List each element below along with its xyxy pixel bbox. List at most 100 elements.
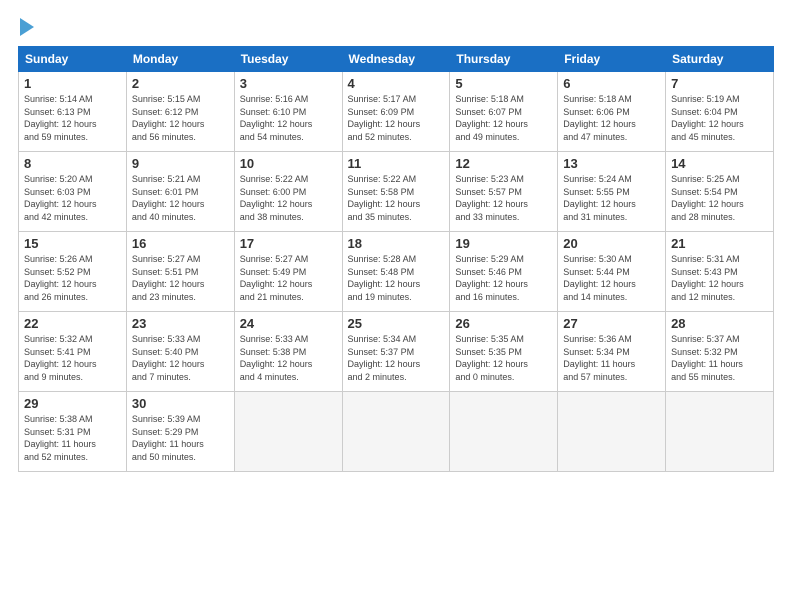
day-info: Sunrise: 5:37 AM Sunset: 5:32 PM Dayligh… [671,333,768,383]
day-info: Sunrise: 5:30 AM Sunset: 5:44 PM Dayligh… [563,253,660,303]
calendar-week-3: 15 Sunrise: 5:26 AM Sunset: 5:52 PM Dayli… [19,232,774,312]
calendar-cell [450,392,558,472]
day-number: 12 [455,156,552,171]
day-number: 6 [563,76,660,91]
day-info: Sunrise: 5:35 AM Sunset: 5:35 PM Dayligh… [455,333,552,383]
calendar-week-5: 29 Sunrise: 5:38 AM Sunset: 5:31 PM Dayli… [19,392,774,472]
day-info: Sunrise: 5:17 AM Sunset: 6:09 PM Dayligh… [348,93,445,143]
calendar-cell: 9 Sunrise: 5:21 AM Sunset: 6:01 PM Daylig… [126,152,234,232]
calendar-cell: 26 Sunrise: 5:35 AM Sunset: 5:35 PM Dayli… [450,312,558,392]
day-info: Sunrise: 5:28 AM Sunset: 5:48 PM Dayligh… [348,253,445,303]
calendar-cell: 22 Sunrise: 5:32 AM Sunset: 5:41 PM Dayli… [19,312,127,392]
calendar: SundayMondayTuesdayWednesdayThursdayFrid… [18,46,774,472]
day-info: Sunrise: 5:27 AM Sunset: 5:51 PM Dayligh… [132,253,229,303]
day-info: Sunrise: 5:24 AM Sunset: 5:55 PM Dayligh… [563,173,660,223]
calendar-cell: 15 Sunrise: 5:26 AM Sunset: 5:52 PM Dayli… [19,232,127,312]
calendar-cell: 20 Sunrise: 5:30 AM Sunset: 5:44 PM Dayli… [558,232,666,312]
calendar-cell: 19 Sunrise: 5:29 AM Sunset: 5:46 PM Dayli… [450,232,558,312]
day-number: 9 [132,156,229,171]
day-number: 7 [671,76,768,91]
day-number: 23 [132,316,229,331]
calendar-header-friday: Friday [558,47,666,72]
calendar-cell: 29 Sunrise: 5:38 AM Sunset: 5:31 PM Dayli… [19,392,127,472]
day-number: 20 [563,236,660,251]
day-number: 25 [348,316,445,331]
calendar-cell: 6Sunrise: 5:18 AM Sunset: 6:06 PM Daylig… [558,72,666,152]
header [18,18,774,36]
calendar-cell: 14 Sunrise: 5:25 AM Sunset: 5:54 PM Dayli… [666,152,774,232]
day-number: 30 [132,396,229,411]
day-info: Sunrise: 5:14 AM Sunset: 6:13 PM Dayligh… [24,93,121,143]
day-info: Sunrise: 5:39 AM Sunset: 5:29 PM Dayligh… [132,413,229,463]
day-number: 18 [348,236,445,251]
day-info: Sunrise: 5:22 AM Sunset: 5:58 PM Dayligh… [348,173,445,223]
day-number: 13 [563,156,660,171]
day-info: Sunrise: 5:23 AM Sunset: 5:57 PM Dayligh… [455,173,552,223]
day-number: 2 [132,76,229,91]
day-info: Sunrise: 5:16 AM Sunset: 6:10 PM Dayligh… [240,93,337,143]
calendar-cell [666,392,774,472]
calendar-cell: 16 Sunrise: 5:27 AM Sunset: 5:51 PM Dayli… [126,232,234,312]
calendar-cell: 11 Sunrise: 5:22 AM Sunset: 5:58 PM Dayli… [342,152,450,232]
calendar-cell: 13 Sunrise: 5:24 AM Sunset: 5:55 PM Dayli… [558,152,666,232]
calendar-header-monday: Monday [126,47,234,72]
day-number: 8 [24,156,121,171]
calendar-cell: 7 Sunrise: 5:19 AM Sunset: 6:04 PM Daylig… [666,72,774,152]
day-info: Sunrise: 5:27 AM Sunset: 5:49 PM Dayligh… [240,253,337,303]
calendar-cell: 8 Sunrise: 5:20 AM Sunset: 6:03 PM Daylig… [19,152,127,232]
logo-arrow-icon [20,18,34,36]
day-number: 29 [24,396,121,411]
day-number: 11 [348,156,445,171]
calendar-cell: 1Sunrise: 5:14 AM Sunset: 6:13 PM Daylig… [19,72,127,152]
day-number: 28 [671,316,768,331]
day-info: Sunrise: 5:18 AM Sunset: 6:07 PM Dayligh… [455,93,552,143]
day-number: 21 [671,236,768,251]
day-number: 3 [240,76,337,91]
calendar-cell: 12 Sunrise: 5:23 AM Sunset: 5:57 PM Dayli… [450,152,558,232]
calendar-cell [558,392,666,472]
calendar-week-1: 1Sunrise: 5:14 AM Sunset: 6:13 PM Daylig… [19,72,774,152]
day-info: Sunrise: 5:29 AM Sunset: 5:46 PM Dayligh… [455,253,552,303]
day-number: 14 [671,156,768,171]
day-number: 17 [240,236,337,251]
calendar-header-tuesday: Tuesday [234,47,342,72]
calendar-header-thursday: Thursday [450,47,558,72]
day-info: Sunrise: 5:31 AM Sunset: 5:43 PM Dayligh… [671,253,768,303]
day-number: 19 [455,236,552,251]
day-info: Sunrise: 5:33 AM Sunset: 5:38 PM Dayligh… [240,333,337,383]
calendar-cell: 28 Sunrise: 5:37 AM Sunset: 5:32 PM Dayli… [666,312,774,392]
day-info: Sunrise: 5:15 AM Sunset: 6:12 PM Dayligh… [132,93,229,143]
calendar-cell: 18 Sunrise: 5:28 AM Sunset: 5:48 PM Dayli… [342,232,450,312]
day-info: Sunrise: 5:32 AM Sunset: 5:41 PM Dayligh… [24,333,121,383]
day-number: 15 [24,236,121,251]
calendar-cell: 10 Sunrise: 5:22 AM Sunset: 6:00 PM Dayli… [234,152,342,232]
day-number: 22 [24,316,121,331]
day-info: Sunrise: 5:22 AM Sunset: 6:00 PM Dayligh… [240,173,337,223]
logo [18,18,34,36]
day-info: Sunrise: 5:20 AM Sunset: 6:03 PM Dayligh… [24,173,121,223]
day-number: 26 [455,316,552,331]
day-number: 24 [240,316,337,331]
day-number: 5 [455,76,552,91]
day-info: Sunrise: 5:33 AM Sunset: 5:40 PM Dayligh… [132,333,229,383]
calendar-header-wednesday: Wednesday [342,47,450,72]
day-number: 4 [348,76,445,91]
calendar-cell: 27Sunrise: 5:36 AM Sunset: 5:34 PM Dayli… [558,312,666,392]
day-info: Sunrise: 5:26 AM Sunset: 5:52 PM Dayligh… [24,253,121,303]
calendar-cell: 2 Sunrise: 5:15 AM Sunset: 6:12 PM Daylig… [126,72,234,152]
calendar-cell: 21 Sunrise: 5:31 AM Sunset: 5:43 PM Dayli… [666,232,774,312]
calendar-cell: 30 Sunrise: 5:39 AM Sunset: 5:29 PM Dayli… [126,392,234,472]
day-info: Sunrise: 5:38 AM Sunset: 5:31 PM Dayligh… [24,413,121,463]
day-number: 10 [240,156,337,171]
day-info: Sunrise: 5:36 AM Sunset: 5:34 PM Dayligh… [563,333,660,383]
page: SundayMondayTuesdayWednesdayThursdayFrid… [0,0,792,612]
day-info: Sunrise: 5:21 AM Sunset: 6:01 PM Dayligh… [132,173,229,223]
calendar-cell [234,392,342,472]
day-number: 16 [132,236,229,251]
day-info: Sunrise: 5:25 AM Sunset: 5:54 PM Dayligh… [671,173,768,223]
calendar-week-2: 8 Sunrise: 5:20 AM Sunset: 6:03 PM Daylig… [19,152,774,232]
calendar-cell: 3 Sunrise: 5:16 AM Sunset: 6:10 PM Daylig… [234,72,342,152]
calendar-header-saturday: Saturday [666,47,774,72]
calendar-cell: 23 Sunrise: 5:33 AM Sunset: 5:40 PM Dayli… [126,312,234,392]
day-info: Sunrise: 5:19 AM Sunset: 6:04 PM Dayligh… [671,93,768,143]
